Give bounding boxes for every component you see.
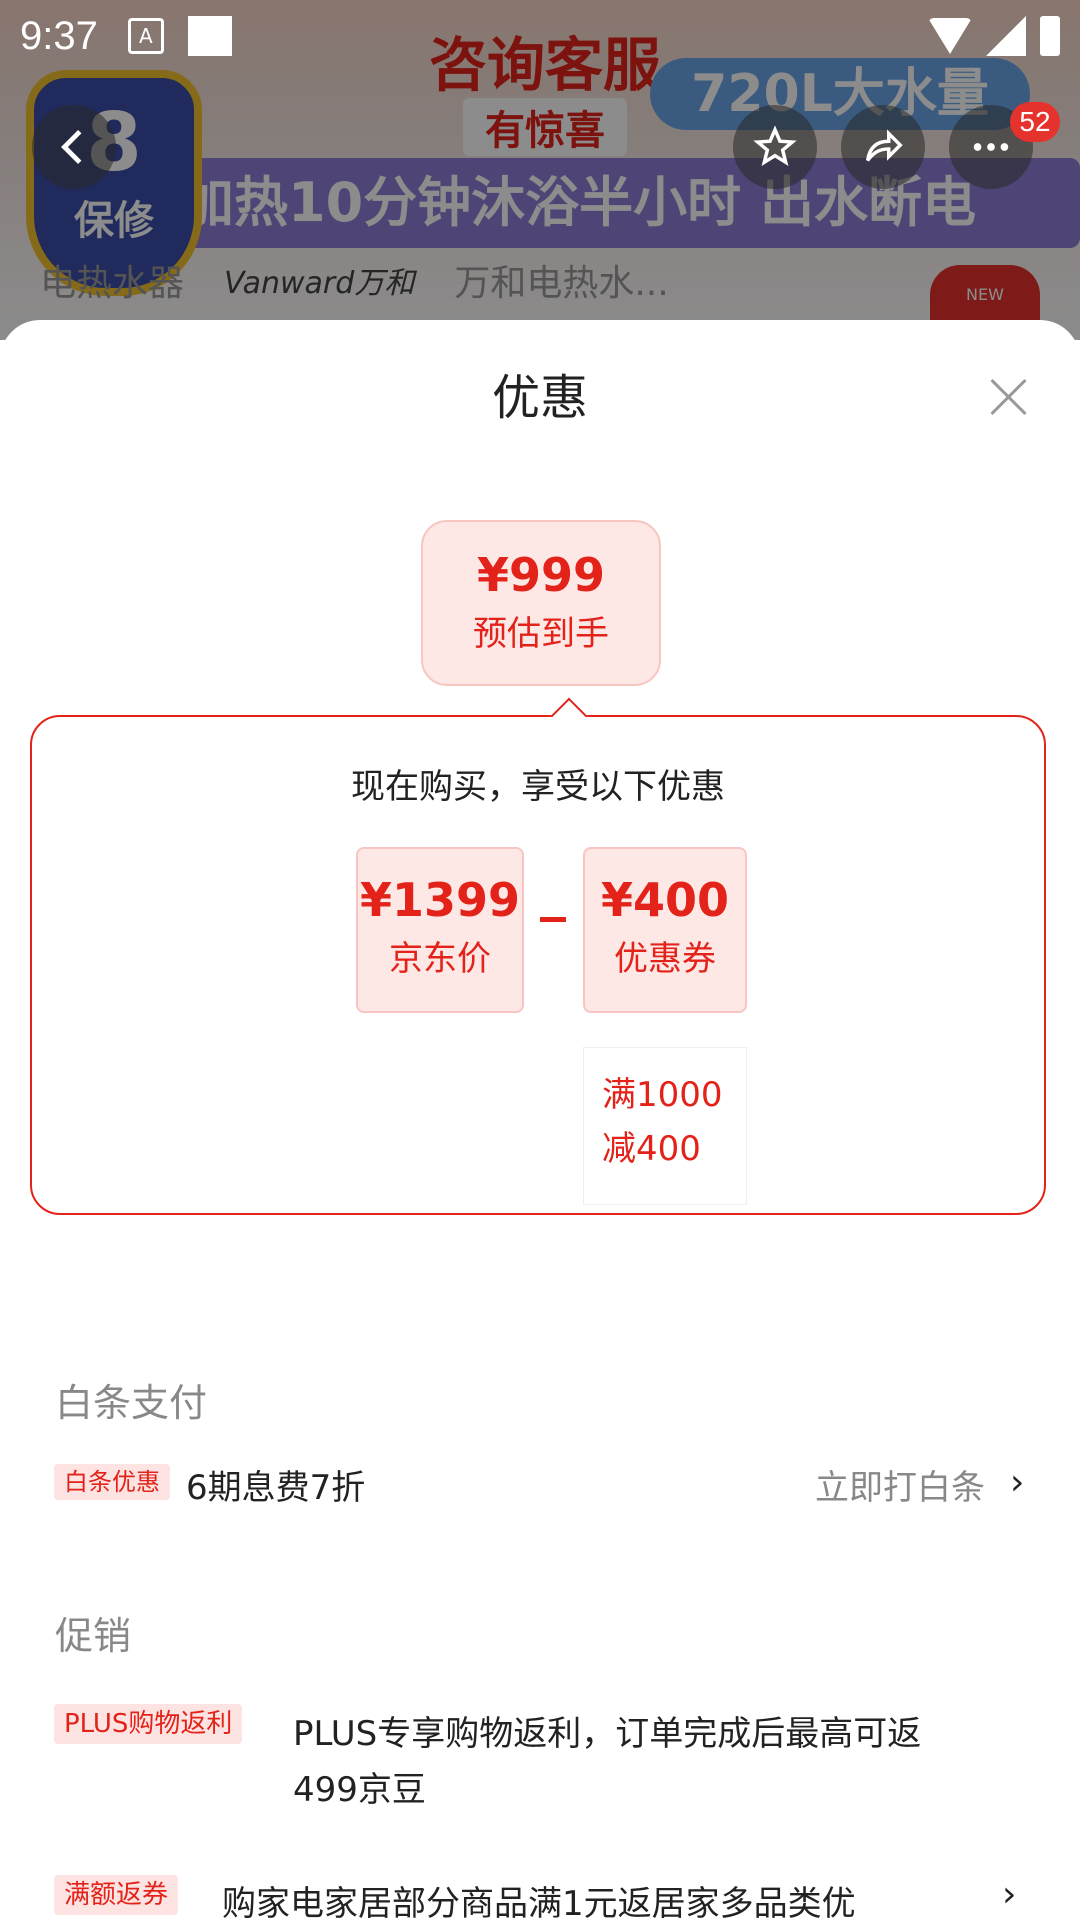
baitiao-section-title-page: 白条支付 bbox=[55, 1381, 208, 1425]
plus-rebate-line2: 499京豆 bbox=[293, 1770, 426, 1810]
message-count-badge: 52 bbox=[1010, 102, 1060, 142]
coupon-label: 优惠券 bbox=[614, 939, 716, 979]
minus-icon bbox=[540, 917, 566, 922]
estimated-price: ¥999 bbox=[476, 548, 606, 602]
share-icon bbox=[865, 129, 903, 162]
baitiao-action-link[interactable]: 立即打白条 bbox=[815, 1460, 985, 1509]
coupon-condition-line2: 减400 bbox=[602, 1129, 701, 1169]
baitiao-tag: 白条优惠 bbox=[54, 1464, 170, 1500]
favorite-button[interactable] bbox=[733, 105, 817, 189]
jd-price-card: ¥1399 京东价 bbox=[356, 847, 524, 1013]
deal-heading: 现在购买，享受以下优惠 bbox=[351, 767, 725, 807]
coupon-return-text: 购家电家居部分商品满1元返居家多品类优 bbox=[222, 1884, 856, 1924]
deal-breakdown-panel: 现在购买，享受以下优惠 ¥1399 京东价 ¥400 优惠券 满1000 减40… bbox=[30, 697, 1046, 1215]
estimated-price-box: ¥999 预估到手 bbox=[421, 520, 661, 686]
status-bar: 9:37 A bbox=[0, 0, 1080, 72]
estimated-price-label: 预估到手 bbox=[473, 614, 609, 654]
panel-notch bbox=[550, 697, 588, 735]
jd-price-amount: ¥1399 bbox=[359, 873, 521, 927]
font-icon: A bbox=[127, 18, 164, 54]
share-button[interactable] bbox=[841, 105, 925, 189]
back-icon bbox=[61, 129, 82, 165]
discount-sheet: 优惠 ¥999 预估到手 现在购买，享受以下优惠 ¥1399 京东价 ¥400 … bbox=[0, 320, 1080, 1920]
back-button[interactable] bbox=[32, 105, 116, 189]
plus-rebate-tag: PLUS购物返利 bbox=[54, 1704, 243, 1744]
battery-icon bbox=[1040, 16, 1060, 56]
coupon-condition: 满1000 减400 bbox=[583, 1047, 747, 1205]
coupon-amount: ¥400 bbox=[600, 873, 730, 927]
plus-rebate-text: PLUS专享购物返利，订单完成后最高可返 499京豆 bbox=[293, 1706, 1033, 1818]
chevron-right-icon[interactable]: › bbox=[1010, 1462, 1024, 1503]
status-time: 9:37 bbox=[20, 13, 98, 58]
sheet-title: 优惠 bbox=[491, 370, 588, 426]
plus-rebate-line1: PLUS专享购物返利，订单完成后最高可返 bbox=[293, 1714, 922, 1754]
notification-icon bbox=[187, 16, 232, 56]
coupon-condition-line1: 满1000 bbox=[602, 1075, 723, 1115]
close-icon[interactable] bbox=[985, 373, 1033, 421]
promo-section-title: 促销 bbox=[55, 1614, 132, 1658]
coupon-return-tag: 满额返券 bbox=[54, 1875, 179, 1915]
star-icon bbox=[753, 125, 797, 167]
wifi-icon bbox=[928, 18, 972, 54]
chevron-right-icon-2[interactable]: › bbox=[1002, 1874, 1016, 1915]
baitiao-offer-text: 6期息费7折 bbox=[186, 1468, 366, 1508]
more-icon bbox=[973, 143, 1009, 151]
jd-price-label: 京东价 bbox=[389, 939, 491, 979]
signal-icon bbox=[986, 16, 1026, 56]
coupon-card[interactable]: ¥400 优惠券 bbox=[583, 847, 747, 1013]
